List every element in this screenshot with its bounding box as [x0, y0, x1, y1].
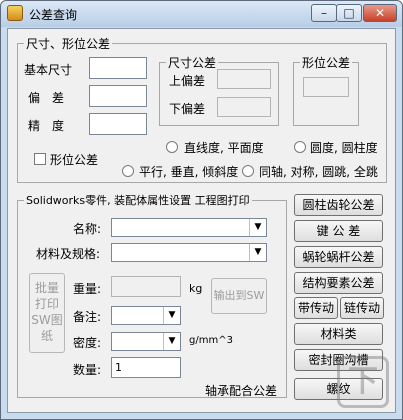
- deviation-label: 偏 差: [28, 91, 65, 105]
- chain-drive-button[interactable]: 链传动: [340, 297, 384, 319]
- structural-element-tolerance-button[interactable]: 结构要素公差: [294, 272, 383, 294]
- size-tolerance-title: 尺寸公差: [166, 54, 219, 71]
- weight-unit: kg: [189, 282, 203, 295]
- chevron-down-icon: ▼: [163, 333, 180, 350]
- material-label: 材料及规格:: [36, 247, 101, 261]
- bearing-fit-label: 轴承配合公差: [205, 384, 278, 398]
- radio-roundness[interactable]: [294, 141, 306, 153]
- lower-deviation-field: [217, 97, 271, 117]
- radio-coaxiality-label: 同轴, 对称, 圆跳, 全跳: [259, 165, 378, 179]
- title-bar[interactable]: 公差查询 – □ ✕: [1, 1, 402, 27]
- form-tolerance-checkbox[interactable]: [34, 153, 46, 165]
- tolerance-group: 尺寸、形位公差 基本尺寸 偏 差 精 度 尺寸公差 上偏差 下偏差 形位公差 形…: [17, 35, 387, 183]
- form-tolerance-checkbox-label: 形位公差: [50, 153, 99, 167]
- close-button[interactable]: ✕: [363, 4, 397, 22]
- weight-field: [111, 276, 181, 297]
- nominal-size-input[interactable]: [89, 57, 147, 79]
- quantity-value: 1: [115, 361, 122, 374]
- maximize-button[interactable]: □: [336, 4, 362, 22]
- form-tolerance-title: 形位公差: [300, 54, 353, 71]
- chevron-down-icon: ▼: [249, 219, 266, 236]
- note-label: 备注:: [73, 310, 102, 324]
- solidworks-group: Solidworks零件, 装配体属性设置 工程图打印 名称: ▼ 材料及规格:…: [17, 192, 287, 398]
- form-tolerance-field: [303, 77, 349, 97]
- density-label: 密度:: [73, 336, 102, 350]
- material-select[interactable]: ▼: [111, 243, 267, 262]
- output-to-sw-button[interactable]: 输出到SW: [211, 278, 267, 314]
- density-select[interactable]: ▼: [111, 332, 181, 351]
- radio-parallelism[interactable]: [122, 165, 134, 177]
- chevron-down-icon: ▼: [249, 244, 266, 261]
- gear-tolerance-button[interactable]: 圆柱齿轮公差: [294, 194, 383, 216]
- radio-coaxiality[interactable]: [242, 165, 254, 177]
- precision-input[interactable]: [89, 113, 147, 135]
- quantity-label: 数量:: [73, 363, 102, 377]
- weight-label: 重量:: [73, 282, 102, 296]
- name-select[interactable]: ▼: [111, 218, 267, 237]
- size-tolerance-group: 尺寸公差 上偏差 下偏差: [159, 54, 279, 126]
- key-tolerance-button[interactable]: 键 公 差: [294, 220, 383, 242]
- deviation-input[interactable]: [89, 85, 147, 107]
- belt-drive-button[interactable]: 带传动: [294, 297, 338, 319]
- upper-deviation-field: [217, 69, 271, 89]
- quantity-input[interactable]: 1: [111, 357, 181, 378]
- material-button[interactable]: 材料类: [294, 323, 383, 345]
- note-select[interactable]: ▼: [111, 306, 181, 325]
- precision-label: 精 度: [28, 119, 65, 133]
- lower-deviation-label: 下偏差: [169, 102, 206, 116]
- minimize-button[interactable]: –: [311, 4, 337, 22]
- window-title: 公差查询: [29, 8, 78, 22]
- upper-deviation-label: 上偏差: [169, 74, 206, 88]
- name-label: 名称:: [73, 222, 102, 236]
- tolerance-group-title: 尺寸、形位公差: [24, 35, 113, 52]
- watermark-logo: 下: [337, 356, 389, 408]
- solidworks-group-title: Solidworks零件, 装配体属性设置 工程图打印: [24, 192, 252, 208]
- radio-straightness[interactable]: [166, 141, 178, 153]
- density-unit: g/mm^3: [189, 335, 233, 346]
- radio-parallelism-label: 平行, 垂直, 倾斜度: [139, 165, 239, 179]
- batch-print-button[interactable]: 批量打印SW图纸: [29, 273, 65, 353]
- form-tolerance-group: 形位公差: [293, 54, 359, 126]
- nominal-size-label: 基本尺寸: [24, 63, 73, 77]
- chevron-down-icon: ▼: [163, 307, 180, 324]
- radio-straightness-label: 直线度, 平面度: [184, 141, 264, 155]
- client-area: 尺寸、形位公差 基本尺寸 偏 差 精 度 尺寸公差 上偏差 下偏差 形位公差 形…: [7, 28, 396, 413]
- app-icon: [7, 5, 23, 21]
- app-window: 公差查询 – □ ✕ 尺寸、形位公差 基本尺寸 偏 差 精 度 尺寸公差 上偏差…: [0, 0, 403, 420]
- radio-roundness-label: 圆度, 圆柱度: [310, 141, 378, 155]
- worm-gear-tolerance-button[interactable]: 蜗轮蜗杆公差: [294, 246, 383, 268]
